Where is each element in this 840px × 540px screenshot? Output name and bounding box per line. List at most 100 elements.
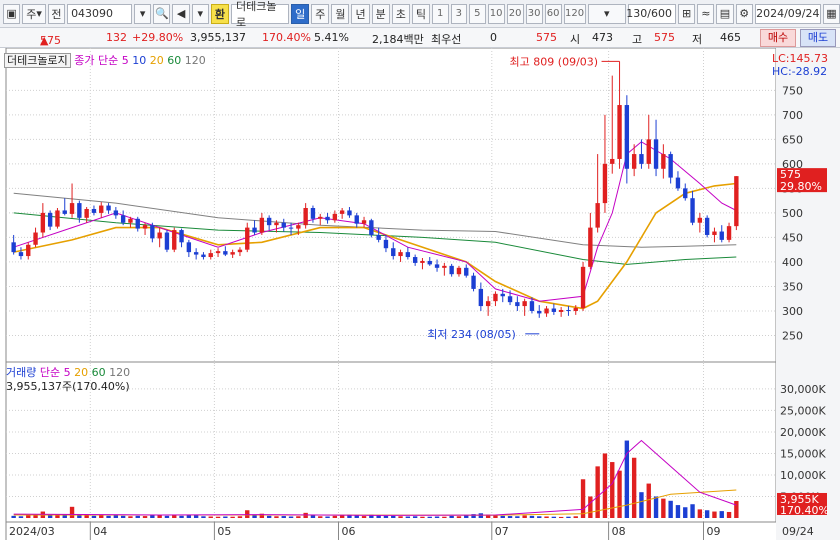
volume-bar (135, 515, 140, 518)
period-week[interactable]: 주 (311, 3, 330, 24)
price-series-label: 종가 단순 (74, 54, 119, 67)
volume-bar (668, 500, 673, 518)
volume-bar (551, 516, 557, 518)
candle-body (544, 308, 549, 314)
volume-bar (610, 462, 615, 518)
price-legend: 더테크놀로지 종가 단순 5 10 20 60 120 (4, 52, 206, 68)
candle-body (186, 242, 192, 253)
candle-body (668, 154, 673, 178)
candle-body (376, 234, 381, 240)
x-tick-label: 07 (495, 525, 509, 538)
volume-bar (558, 516, 564, 518)
candle-body (347, 210, 352, 216)
calendar-icon[interactable]: ▦ (822, 3, 840, 24)
volume-bar (427, 516, 432, 518)
buy-button[interactable]: 매수 (760, 29, 796, 47)
price-tick-label: 700 (782, 109, 803, 122)
volume-bar (434, 516, 440, 518)
period-month[interactable]: 월 (331, 3, 350, 24)
minute-unit-10[interactable]: 10 (487, 3, 505, 24)
minute-unit-1[interactable]: 1 (431, 3, 449, 24)
minute-unit-30[interactable]: 30 (525, 3, 543, 24)
period-second[interactable]: 초 (391, 3, 410, 24)
stock-code-input[interactable]: 043090 (67, 3, 133, 24)
minute-unit-120[interactable]: 120 (563, 3, 586, 24)
volume-bar (412, 516, 418, 518)
stock-name: 더테크놀로 (231, 0, 290, 29)
volume-bar (26, 515, 31, 518)
sell-button[interactable]: 매도 (800, 29, 836, 47)
candle-body (91, 208, 97, 213)
candle-body (391, 248, 396, 257)
date-input[interactable]: 2024/09/24 (754, 3, 821, 24)
price-tick-label: 650 (782, 133, 803, 146)
candle-body (325, 216, 330, 221)
market-label: 주 (26, 7, 37, 21)
volume-tick-label: 10,000K (780, 469, 826, 482)
candle-body (697, 217, 703, 223)
volume-bar (507, 516, 513, 518)
candle-body (77, 203, 82, 218)
volume-bar (398, 516, 403, 518)
window-icon[interactable]: ▣ (3, 3, 21, 24)
minute-unit-20[interactable]: 20 (506, 3, 524, 24)
ma-60-label: 60 (167, 54, 182, 67)
candle-body (478, 288, 484, 307)
candle-body (558, 309, 564, 312)
speaker-dropdown-icon[interactable]: ▾ (191, 3, 209, 24)
volume-bar (84, 515, 89, 518)
save-icon[interactable]: ▤ (716, 3, 734, 24)
volume-bar (522, 515, 527, 518)
volume-bar (573, 516, 578, 518)
minute-unit-60[interactable]: 60 (544, 3, 562, 24)
candle-body (398, 252, 403, 257)
volume-bar (661, 498, 666, 518)
gear-icon[interactable]: ⚙ (735, 3, 753, 24)
hwan-button[interactable]: 환 (210, 3, 229, 24)
stock-chart[interactable]: 2503003504004505005506006507007505,000K1… (0, 48, 840, 540)
volume-bar (529, 515, 535, 518)
candle-body (33, 232, 38, 245)
minute-unit-5[interactable]: 5 (469, 3, 486, 24)
volume-bar (420, 516, 425, 518)
volume-ratio: 170.40% (262, 31, 311, 44)
open-label: 시 (570, 33, 581, 46)
search-icon[interactable]: 🔍 (153, 3, 171, 24)
volume-bar (405, 516, 411, 518)
volume-bar (726, 511, 732, 518)
current-price-tag-pct: 29.80% (780, 180, 822, 193)
stock-legend-name[interactable]: 더테크놀로지 (4, 53, 71, 68)
volume-bar (354, 515, 359, 518)
volume-tick-label: 25,000K (780, 404, 826, 417)
x-tick-label: 08 (612, 525, 626, 538)
priority-bid: 0 (490, 31, 497, 44)
minute-unit-dropdown-icon[interactable]: ▾ (587, 3, 626, 24)
candle-body (434, 264, 440, 268)
period-minute[interactable]: 분 (371, 3, 390, 24)
volume-bar (18, 516, 24, 518)
volume-bar (515, 516, 520, 518)
candle-body (179, 230, 184, 243)
up-arrow-icon: ▲ (40, 34, 49, 47)
lc-value: LC:145.73 (772, 52, 829, 65)
minute-unit-3[interactable]: 3 (450, 3, 468, 24)
price-tick-label: 250 (782, 329, 803, 342)
candle-count-input[interactable]: 130/600 (626, 3, 676, 24)
speaker-icon[interactable]: ◀ (172, 3, 190, 24)
candle-body (471, 275, 476, 289)
indicator-icon[interactable]: ≈ (697, 3, 715, 24)
period-year[interactable]: 년 (351, 3, 370, 24)
period-day[interactable]: 일 (291, 3, 310, 24)
candle-body (157, 232, 162, 239)
candle-body (405, 252, 411, 258)
volume-bar (456, 516, 462, 518)
market-select[interactable]: 주 ▾ (22, 3, 46, 24)
period-tick[interactable]: 틱 (411, 3, 430, 24)
volume-bar (223, 516, 228, 518)
prev-button[interactable]: 전 (47, 3, 66, 24)
code-dropdown-icon[interactable]: ▾ (134, 3, 152, 24)
volume-bar (690, 504, 695, 518)
high-annotation: 최고 809 (09/03) (510, 55, 599, 68)
chart-tools-icon[interactable]: ⊞ (678, 3, 696, 24)
candle-body (303, 208, 308, 226)
